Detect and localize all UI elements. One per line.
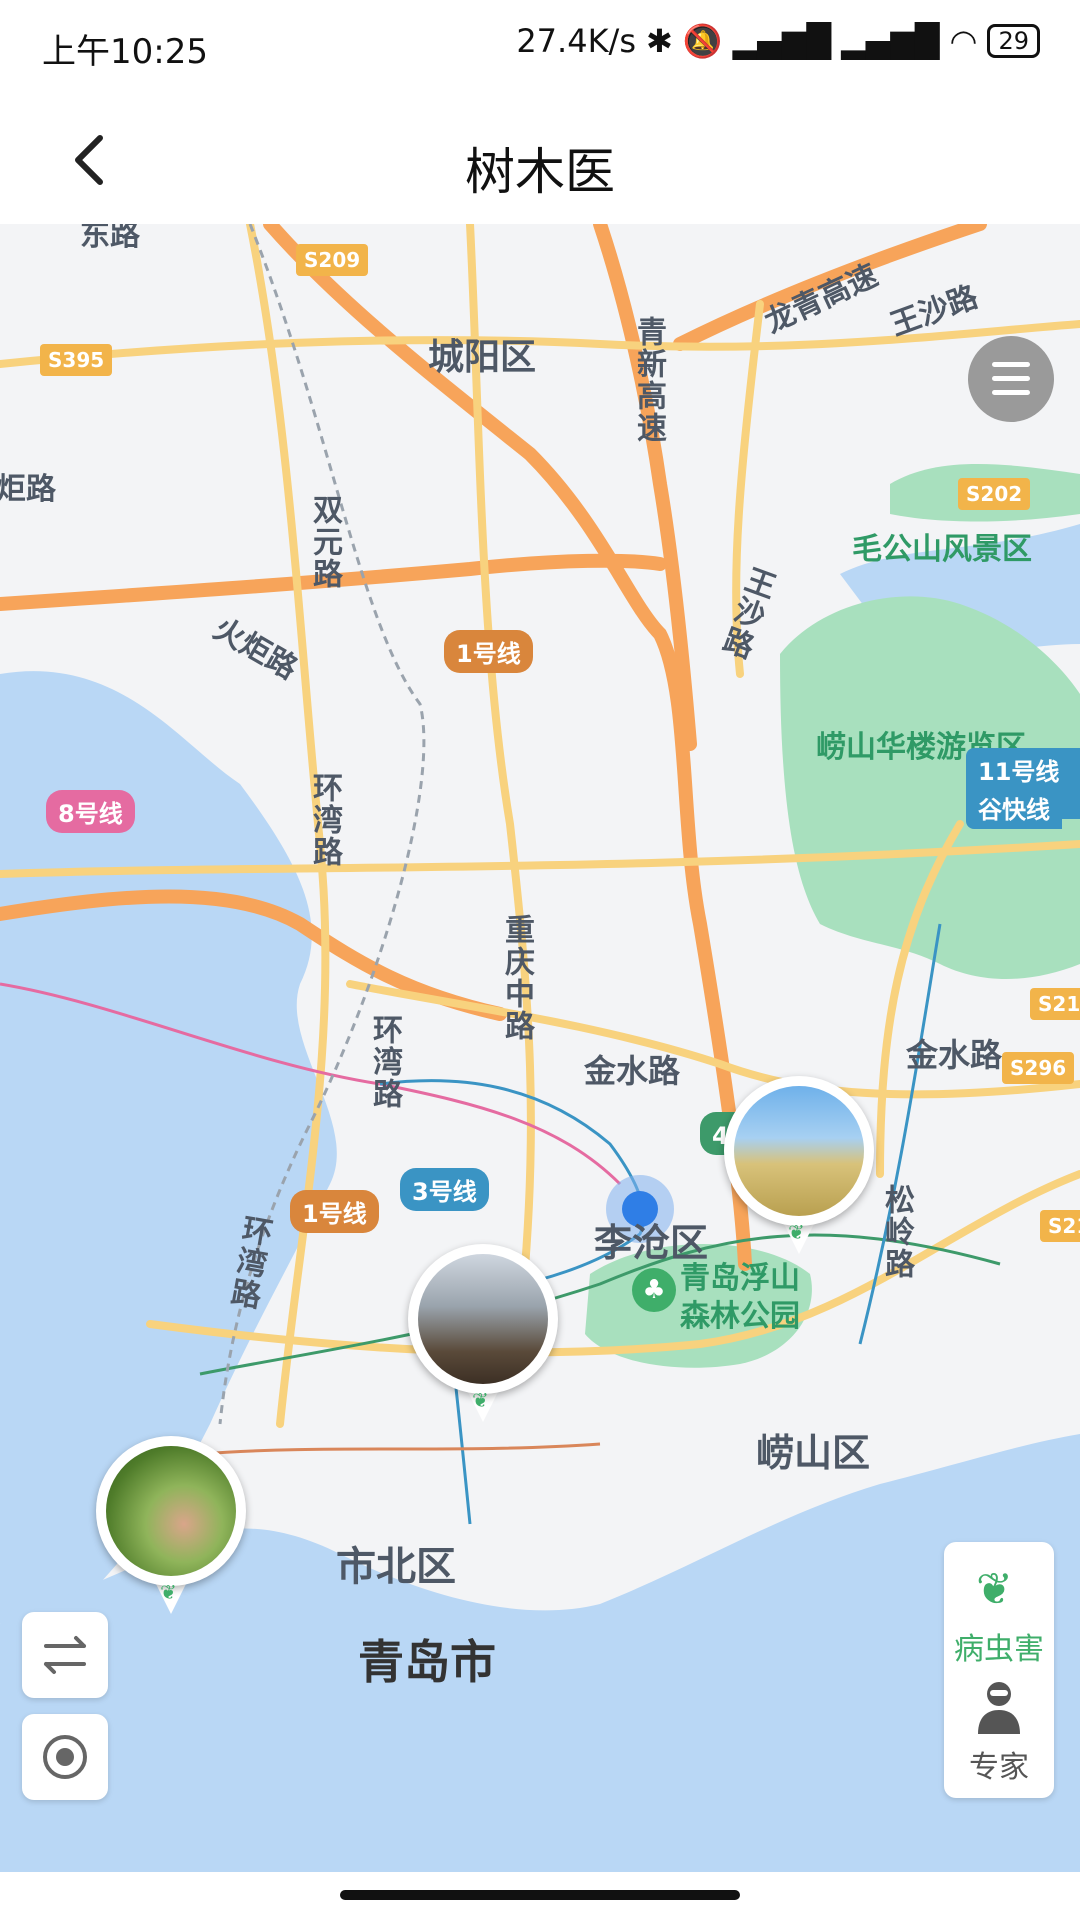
- highway-shield: S202: [958, 478, 1031, 510]
- park-icon: ♣: [632, 1268, 676, 1312]
- swap-icon: [44, 1636, 86, 1674]
- locate-icon: [43, 1735, 87, 1779]
- road-label: 金水路: [906, 1036, 1003, 1074]
- page-title: 树木医: [465, 143, 615, 201]
- battery-level: 29: [998, 27, 1029, 55]
- feature-panel: ❦ 病虫害 专家: [944, 1542, 1054, 1798]
- metro-badge: 8号线: [46, 790, 135, 833]
- highway-shield: S21: [1030, 988, 1080, 1020]
- tree-pin[interactable]: ❦: [724, 1076, 874, 1276]
- metro-badge: 3号线: [400, 1168, 489, 1211]
- menu-icon: [992, 376, 1030, 381]
- signal-hd-icon: ▂▄▆█: [841, 22, 940, 60]
- leaf-icon: ❦: [160, 1580, 177, 1604]
- district-label: 青岛市: [358, 1635, 496, 1689]
- network-speed: 27.4K/s: [516, 22, 636, 60]
- metro-badge: 1号线: [290, 1190, 379, 1233]
- expert-button[interactable]: 专家: [944, 1670, 1054, 1798]
- pin-photo-leaves: [106, 1446, 236, 1576]
- status-time: 上午10:25: [42, 32, 208, 72]
- leaf-icon: ❦: [472, 1388, 489, 1412]
- pin-photo-plant: [418, 1254, 548, 1384]
- road-label: 青新高速: [631, 316, 666, 444]
- highway-shield: S296: [1002, 1052, 1075, 1084]
- road-label: 重庆中路: [499, 914, 534, 1042]
- expert-label: 专家: [969, 1750, 1029, 1785]
- mute-icon: 🔕: [682, 22, 723, 60]
- locate-button[interactable]: [22, 1714, 108, 1800]
- menu-icon: [992, 390, 1030, 395]
- poi-label: 毛公山风景区: [852, 532, 1032, 567]
- highway-shield: S395: [40, 344, 113, 376]
- highway-shield: S209: [296, 244, 369, 276]
- pest-button[interactable]: ❦ 病虫害: [944, 1542, 1054, 1670]
- menu-icon: [992, 362, 1030, 367]
- district-label: 崂山区: [756, 1431, 871, 1475]
- road-label: 炬路: [0, 472, 56, 507]
- tree-pin[interactable]: ❦: [96, 1436, 246, 1636]
- wifi-icon: ◠: [949, 22, 978, 60]
- road-label: 双元路: [307, 494, 342, 590]
- district-label: 市北区: [336, 1544, 456, 1590]
- app-bar: 树木医: [0, 96, 1080, 224]
- swap-button[interactable]: [22, 1612, 108, 1698]
- home-indicator[interactable]: [340, 1890, 740, 1900]
- road-label: 东路: [80, 224, 140, 253]
- leaf-icon: ❦: [976, 1564, 1013, 1615]
- highway-shield: S21: [1040, 1210, 1080, 1242]
- district-label: 李沧区: [594, 1221, 709, 1265]
- metro-badge: 1号线: [444, 630, 533, 673]
- road-label: 松岭路: [879, 1184, 914, 1280]
- road-label: 金水路: [584, 1052, 681, 1090]
- map-view[interactable]: 城阳区 李沧区 崂山区 市北区 青岛市 龙青高速 王沙路 青新高速 双元路 王沙…: [0, 224, 1080, 1872]
- bluetooth-icon: ✱: [646, 22, 673, 60]
- battery-icon: 29: [987, 24, 1040, 58]
- district-label: 城阳区: [428, 337, 537, 378]
- road-label: 环湾路: [367, 1014, 402, 1110]
- leaf-icon: ❦: [788, 1220, 805, 1244]
- expert-icon: [976, 1678, 1022, 1734]
- signal-icon: ▂▄▆█: [732, 22, 832, 60]
- menu-button[interactable]: [968, 336, 1054, 422]
- road-label: 环湾路: [307, 772, 342, 868]
- tree-pin[interactable]: ❦: [408, 1244, 558, 1444]
- pin-photo-wheat: [734, 1086, 864, 1216]
- status-icons: 27.4K/s ✱ 🔕 ▂▄▆█ ▂▄▆█ ◠ 29: [516, 22, 1040, 60]
- metro-badge: 谷快线: [966, 786, 1062, 829]
- status-bar: 上午10:25 27.4K/s ✱ 🔕 ▂▄▆█ ▂▄▆█ ◠ 29: [0, 0, 1080, 96]
- pest-label: 病虫害: [954, 1632, 1044, 1667]
